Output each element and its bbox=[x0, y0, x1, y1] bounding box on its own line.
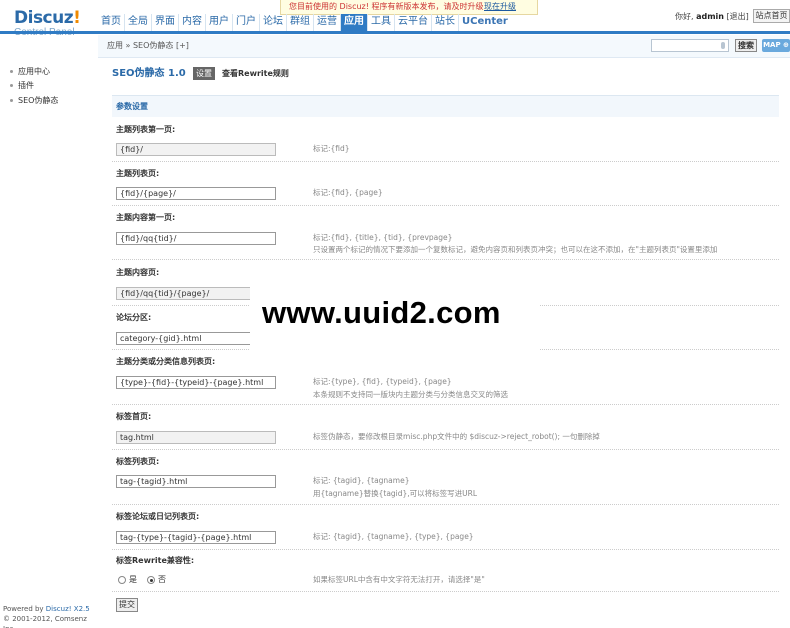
divider bbox=[112, 549, 779, 550]
divider bbox=[112, 591, 779, 592]
field-input[interactable]: {fid}/ bbox=[116, 143, 276, 156]
field-input[interactable]: {type}-{fid}-{typeid}-{page}.html bbox=[116, 376, 276, 389]
product-version: Discuz! X2.5 bbox=[45, 605, 90, 613]
section-header: 参数设置 bbox=[112, 95, 779, 117]
field-hint: 标记: {tagid}, {tagname} bbox=[313, 476, 410, 485]
nav-item[interactable]: 论坛 bbox=[260, 14, 287, 31]
breadcrumb[interactable]: 应用 » SEO伪静态 [+] bbox=[107, 40, 189, 52]
bullet-icon bbox=[10, 84, 13, 87]
nav-item[interactable]: 运营 bbox=[314, 14, 341, 31]
nav-item[interactable]: 用户 bbox=[206, 14, 233, 31]
site-home-button[interactable]: 站点首页 bbox=[753, 9, 790, 23]
field-input[interactable]: tag-{tagid}.html bbox=[116, 475, 276, 488]
field-hint-2: 本条规则不支持同一版块内主题分类与分类信息交叉的筛选 bbox=[313, 390, 508, 399]
compat-radio-group: 是 否 bbox=[118, 574, 176, 586]
field-input[interactable]: tag.html bbox=[116, 431, 276, 444]
sidebar-item-seo[interactable]: SEO伪静态 bbox=[10, 95, 58, 107]
field-label: 标签列表页: bbox=[116, 457, 160, 466]
user-name: admin bbox=[696, 12, 724, 21]
search-input[interactable] bbox=[651, 39, 729, 52]
divider bbox=[112, 205, 779, 206]
field-label: 标签首页: bbox=[116, 412, 152, 421]
bullet-icon bbox=[10, 99, 13, 102]
field-label: 主题列表第一页: bbox=[116, 125, 176, 134]
search-button[interactable]: 搜索 bbox=[735, 39, 757, 52]
discuz-logo[interactable]: Discuz! Control Panel bbox=[14, 10, 86, 42]
divider bbox=[112, 504, 779, 505]
radio-yes[interactable] bbox=[118, 576, 126, 584]
view-rewrite-link[interactable]: 查看Rewrite规则 bbox=[222, 68, 289, 80]
powered-by: Powered by Discuz! X2.5 © 2001-2012, Com… bbox=[3, 604, 98, 628]
field-input[interactable]: {fid}/qq{tid}/ bbox=[116, 232, 276, 245]
sidebar-item-plugins[interactable]: 插件 bbox=[10, 80, 34, 92]
nav-item[interactable]: 云平台 bbox=[395, 14, 432, 31]
compat-label: 标签Rewrite兼容性: bbox=[116, 556, 195, 565]
field-label: 主题内容第一页: bbox=[116, 213, 176, 222]
sidebar-item-app-center[interactable]: 应用中心 bbox=[10, 66, 50, 78]
nav-item[interactable]: 应用 bbox=[341, 14, 368, 31]
field-hint: 标记:{type}, {fid}, {typeid}, {page} bbox=[313, 377, 452, 386]
upgrade-now-link[interactable]: 现在升级 bbox=[484, 0, 516, 14]
radio-no-label: 否 bbox=[158, 575, 166, 584]
page-title: SEO伪静态 1.0 bbox=[112, 68, 186, 79]
nav-item[interactable]: 全局 bbox=[125, 14, 152, 31]
field-label: 主题分类或分类信息列表页: bbox=[116, 357, 216, 366]
radio-yes-label: 是 bbox=[129, 575, 137, 584]
field-hint-2: 只设置两个标记的情况下要添加一个复数标记，避免内容页和列表页冲突；也可以在这不添… bbox=[313, 245, 718, 254]
user-greeting: 你好, bbox=[675, 12, 697, 21]
field-label: 主题内容页: bbox=[116, 268, 160, 277]
field-hint: 标记:{fid}, {page} bbox=[313, 188, 383, 197]
top-nav: 首页 全局 界面 内容 用户 门户 论坛 群组 运营 应用 工具 云平台 站长 UCenter bbox=[98, 14, 511, 31]
section-title: 参数设置 bbox=[116, 102, 148, 111]
nav-item[interactable]: 站长 bbox=[432, 14, 459, 31]
bullet-icon bbox=[10, 70, 13, 73]
watermark-text: www.uuid2.com bbox=[262, 295, 501, 330]
field-label: 论坛分区: bbox=[116, 313, 152, 322]
nav-item[interactable]: 首页 bbox=[98, 14, 125, 31]
upgrade-notice: 您目前使用的 Discuz! 程序有新版本发布，请及时升级 现在升级 bbox=[280, 0, 538, 15]
sidebar: 应用中心 插件 SEO伪静态 Powered by Discuz! X2.5 ©… bbox=[0, 58, 98, 628]
divider bbox=[112, 449, 779, 450]
nav-item[interactable]: 内容 bbox=[179, 14, 206, 31]
divider bbox=[112, 161, 779, 162]
field-label: 主题列表页: bbox=[116, 169, 160, 178]
nav-item[interactable]: 门户 bbox=[233, 14, 260, 31]
field-label: 标签论坛或日记列表页: bbox=[116, 512, 200, 521]
divider bbox=[112, 259, 779, 260]
map-button[interactable]: MAP ⊕ bbox=[762, 39, 790, 52]
field-input[interactable]: {fid}/{page}/ bbox=[116, 187, 276, 200]
sub-bar: 应用 » SEO伪静态 [+] 搜索 MAP ⊕ bbox=[98, 35, 790, 58]
user-bar: 你好, admin [退出] bbox=[675, 11, 749, 22]
field-hint: 标记: {tagid}, {tagname}, {type}, {page} bbox=[313, 532, 474, 541]
watermark: www.uuid2.com bbox=[250, 285, 540, 351]
microphone-icon bbox=[721, 42, 725, 49]
copyright: © 2001-2012, Comsenz Inc. bbox=[3, 615, 87, 628]
nav-item[interactable]: 界面 bbox=[152, 14, 179, 31]
field-hint: 标记:{fid}, {title}, {tid}, {prevpage} bbox=[313, 233, 453, 242]
radio-no[interactable] bbox=[147, 576, 155, 584]
divider bbox=[112, 404, 779, 405]
compat-hint: 如果标签URL中含有中文字符无法打开，请选择"是" bbox=[313, 575, 485, 584]
field-hint: 标签伪静态，要修改根目录misc.php文件中的 $discuz->reject… bbox=[313, 432, 600, 441]
nav-underline bbox=[0, 31, 790, 34]
nav-item[interactable]: 群组 bbox=[287, 14, 314, 31]
logo-text: Discuz! bbox=[14, 8, 81, 28]
field-input[interactable]: tag-{type}-{tagid}-{page}.html bbox=[116, 531, 276, 544]
nav-item[interactable]: UCenter bbox=[459, 14, 511, 31]
field-hint: 标记:{fid} bbox=[313, 144, 350, 153]
logout-link[interactable]: [退出] bbox=[727, 12, 749, 21]
upgrade-notice-text: 您目前使用的 Discuz! 程序有新版本发布，请及时升级 bbox=[289, 2, 484, 11]
submit-button[interactable]: 提交 bbox=[116, 598, 138, 612]
nav-item[interactable]: 工具 bbox=[368, 14, 395, 31]
settings-button[interactable]: 设置 bbox=[193, 67, 215, 80]
field-hint-2: 用{tagname}替换{tagid},可以将标签写进URL bbox=[313, 489, 478, 498]
